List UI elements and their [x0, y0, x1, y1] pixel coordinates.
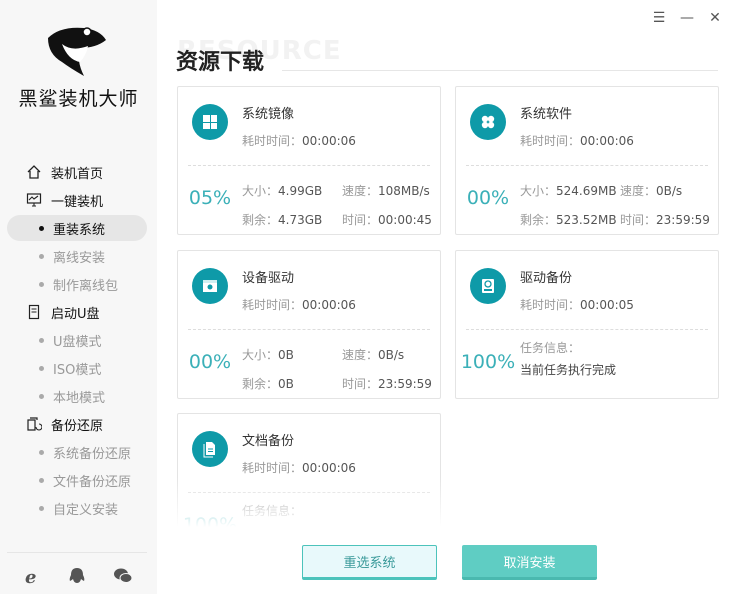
sidebar-item[interactable]: 系统备份还原 — [0, 439, 157, 465]
ie-icon[interactable]: e — [23, 566, 43, 586]
speed-value: 速度：108MB/s — [342, 184, 430, 198]
card-name: 系统镜像 — [242, 107, 295, 122]
sidebar-item[interactable]: 备份还原 — [0, 411, 157, 437]
menu-button[interactable]: ☰ — [652, 10, 666, 26]
sidebar-divider — [7, 552, 147, 553]
page-title: 资源下载 — [176, 50, 265, 75]
cancel-install-button[interactable]: 取消安装 — [462, 545, 597, 580]
card-name: 设备驱动 — [242, 271, 295, 286]
size-value: 大小：0B — [242, 348, 294, 362]
qq-icon[interactable] — [67, 566, 87, 586]
scroll-fade — [177, 477, 719, 527]
sidebar-item-label: 一键装机 — [51, 194, 104, 210]
sidebar-item[interactable]: 制作离线包 — [0, 271, 157, 297]
card-divider — [188, 165, 430, 166]
task-info: 当前任务执行完成 — [520, 363, 617, 377]
monitor-icon — [26, 193, 42, 207]
progress-percent: 00% — [466, 187, 510, 209]
time-value: 时间：00:00:45 — [342, 213, 432, 227]
time-value: 时间：23:59:59 — [342, 377, 432, 391]
sidebar-item-label: 装机首页 — [51, 166, 104, 182]
sidebar-item[interactable]: 离线安装 — [0, 243, 157, 269]
driver-icon — [192, 268, 228, 304]
bullet-icon — [39, 338, 44, 343]
elapsed-time: 耗时时间：00:00:06 — [242, 461, 356, 475]
bullet-icon — [39, 282, 44, 287]
sidebar-item[interactable]: U盘模式 — [0, 327, 157, 353]
size-value: 大小：524.69MB — [520, 184, 617, 198]
bullet-icon — [39, 450, 44, 455]
reselect-system-button[interactable]: 重选系统 — [302, 545, 437, 580]
brand-name: 黑鲨装机大师 — [18, 88, 139, 110]
sidebar-item[interactable]: 文件备份还原 — [0, 467, 157, 493]
title-divider — [282, 70, 718, 71]
bullet-icon — [39, 506, 44, 511]
size-value: 大小：4.99GB — [242, 184, 323, 198]
window-controls: ☰ — ✕ — [652, 10, 722, 26]
remain-value: 剩余：523.52MB — [520, 213, 617, 227]
card-name: 系统软件 — [520, 107, 573, 122]
remain-value: 剩余：4.73GB — [242, 213, 323, 227]
sidebar-item-label: 启动U盘 — [51, 306, 100, 322]
card-name: 文档备份 — [242, 434, 295, 449]
shark-logo-icon — [48, 27, 106, 76]
bullet-icon — [39, 366, 44, 371]
usb-icon — [28, 304, 40, 320]
speed-value: 速度：0B/s — [620, 184, 683, 198]
sidebar-item-label: 备份还原 — [51, 418, 104, 434]
sidebar-item-label: 离线安装 — [53, 250, 106, 266]
resource-card: 系统软件耗时时间：00:00:06 00% 大小：524.69MB 速度：0B/s 剩余… — [455, 86, 719, 235]
sidebar-item[interactable]: 自定义安装 — [0, 495, 157, 521]
backup-icon — [27, 417, 42, 431]
card-name: 驱动备份 — [520, 271, 573, 286]
elapsed-time: 耗时时间：00:00:06 — [242, 298, 356, 312]
time-value: 时间：23:59:59 — [620, 213, 710, 227]
windows-icon — [192, 104, 228, 140]
bullet-icon — [39, 478, 44, 483]
bullet-icon — [39, 254, 44, 259]
task-info-label: 任务信息： — [520, 341, 581, 355]
home-icon — [27, 165, 41, 179]
sidebar-item-label: 本地模式 — [53, 390, 106, 406]
elapsed-time: 耗时时间：00:00:05 — [520, 298, 634, 312]
sidebar-item[interactable]: 启动U盘 — [0, 299, 157, 325]
sidebar-item-label: 重装系统 — [53, 222, 106, 238]
sidebar-item[interactable]: ISO模式 — [0, 355, 157, 381]
sidebar-item-label: ISO模式 — [53, 362, 102, 378]
card-divider — [466, 165, 708, 166]
remain-value: 剩余：0B — [242, 377, 294, 391]
sidebar-item[interactable]: 重装系统 — [7, 215, 147, 241]
sidebar-item-label: 制作离线包 — [53, 278, 119, 294]
progress-percent: 100% — [460, 351, 516, 373]
bullet-icon — [39, 226, 44, 231]
elapsed-time: 耗时时间：00:00:06 — [520, 134, 634, 148]
wechat-icon[interactable] — [113, 566, 133, 586]
disk-icon — [470, 268, 506, 304]
resource-card: 驱动备份耗时时间：00:00:05 100% 任务信息： 当前任务执行完成 — [455, 250, 719, 399]
resource-card: 系统镜像耗时时间：00:00:06 05% 大小：4.99GB 速度：108MB/s 剩… — [177, 86, 441, 235]
progress-percent: 05% — [188, 187, 232, 209]
document-icon — [192, 431, 228, 467]
sidebar-item-label: 自定义安装 — [53, 502, 119, 518]
sidebar-item[interactable]: 装机首页 — [0, 159, 157, 185]
sidebar-item-label: 系统备份还原 — [53, 446, 132, 462]
sidebar-item[interactable]: 本地模式 — [0, 383, 157, 409]
elapsed-time: 耗时时间：00:00:06 — [242, 134, 356, 148]
resource-card-list[interactable]: 系统镜像耗时时间：00:00:06 05% 大小：4.99GB 速度：108MB/s 剩… — [177, 86, 719, 527]
sidebar-item-label: U盘模式 — [53, 334, 102, 350]
bullet-icon — [39, 394, 44, 399]
close-button[interactable]: ✕ — [708, 10, 722, 26]
card-divider — [188, 329, 430, 330]
apps-icon — [470, 104, 506, 140]
speed-value: 速度：0B/s — [342, 348, 405, 362]
progress-percent: 00% — [188, 351, 232, 373]
sidebar-item-label: 文件备份还原 — [53, 474, 132, 490]
minimize-button[interactable]: — — [680, 10, 694, 26]
svg-text:e: e — [25, 567, 36, 586]
resource-card: 设备驱动耗时时间：00:00:06 00% 大小：0B 速度：0B/s 剩余：0B 时间：… — [177, 250, 441, 399]
sidebar: 黑鲨装机大师 装机首页一键装机重装系统离线安装制作离线包启动U盘 U盘模式 ISO模… — [0, 0, 157, 594]
card-divider — [466, 329, 708, 330]
sidebar-item[interactable]: 一键装机 — [0, 187, 157, 213]
